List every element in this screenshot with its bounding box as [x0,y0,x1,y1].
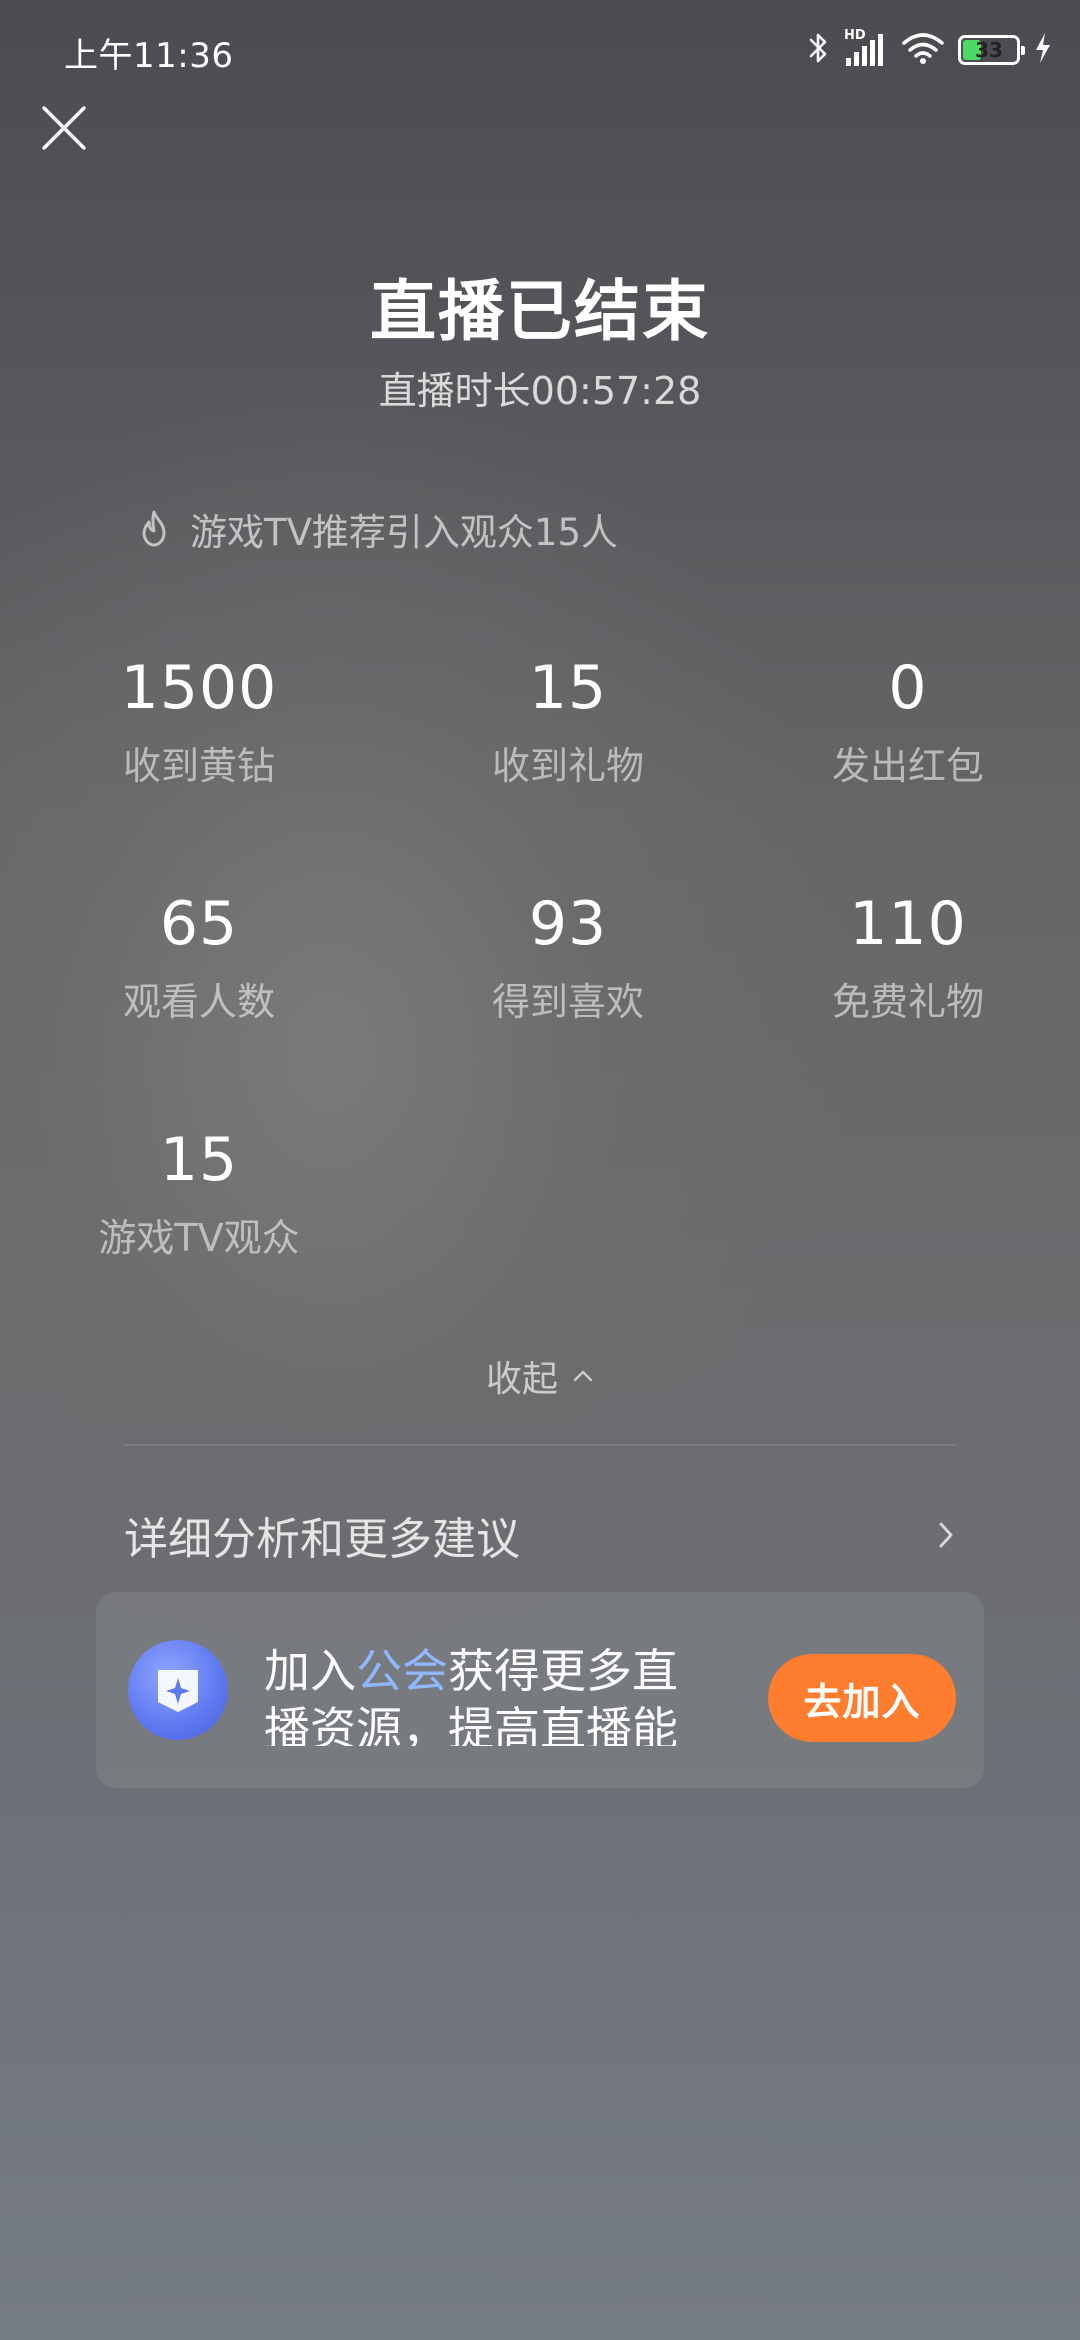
cellular-signal-icon: HD [844,28,888,68]
battery-icon: 33 [958,35,1025,65]
live-duration: 直播时长00:57:28 [378,369,702,413]
stat-likes: 93 得到喜欢 [418,888,718,1026]
divider [124,1444,956,1446]
stat-label: 收到黄钻 [122,744,275,788]
bluetooth-icon [808,30,830,70]
stat-label: 收到礼物 [491,744,644,788]
guild-join-card: 加入公会获得更多直播资源，提高直播能 去加入 [96,1592,984,1788]
guild-badge-icon [158,1670,198,1712]
chevron-up-icon [573,1370,593,1382]
guild-promo-text: 加入公会获得更多直播资源，提高直播能 [264,1644,678,1746]
stat-value: 1500 [120,653,278,723]
stat-received-gifts: 15 收到礼物 [418,652,718,790]
guild-highlight: 公会 [356,1644,448,1698]
stat-value: 0 [888,653,928,723]
guild-logo [128,1640,228,1740]
charging-icon [1034,32,1052,68]
stat-viewers: 65 观看人数 [49,888,349,1026]
stat-label: 发出红包 [831,744,984,788]
stat-game-tv-viewers: 15 游戏TV观众 [49,1124,349,1262]
wifi-icon [902,31,944,69]
stat-label: 观看人数 [122,980,275,1024]
stat-sent-red-packets: 0 发出红包 [758,652,1058,790]
close-button[interactable] [36,100,92,156]
stat-label: 免费礼物 [831,980,984,1024]
status-bar: 上午11:36 HD 33 [0,0,1080,100]
close-icon [42,106,86,150]
battery-level: 33 [975,38,1003,62]
stat-value: 15 [159,1125,239,1195]
page-title: 直播已结束 [370,273,710,350]
stat-free-gifts: 110 免费礼物 [758,888,1058,1026]
stat-label: 游戏TV观众 [98,1216,300,1260]
stat-received-diamonds: 1500 收到黄钻 [49,652,349,790]
detail-analysis-link[interactable]: 详细分析和更多建议 [124,1500,956,1570]
recommend-text: 游戏TV推荐引入观众15人 [190,511,618,554]
chevron-right-icon [939,1522,953,1548]
stat-value: 110 [849,889,967,959]
stat-value: 15 [528,653,608,723]
stat-label: 得到喜欢 [491,980,644,1024]
recommend-info: 游戏TV推荐引入观众15人 [136,502,618,556]
fire-icon [142,510,166,547]
stat-value: 93 [528,889,608,959]
join-guild-button[interactable]: 去加入 [768,1654,956,1742]
status-icons: HD 33 [808,28,1052,72]
stat-value: 65 [159,889,239,959]
detail-analysis-label: 详细分析和更多建议 [124,1514,520,1565]
collapse-button[interactable]: 收起 [0,1350,1080,1402]
status-time: 上午11:36 [64,36,234,76]
collapse-label: 收起 [485,1359,558,1400]
